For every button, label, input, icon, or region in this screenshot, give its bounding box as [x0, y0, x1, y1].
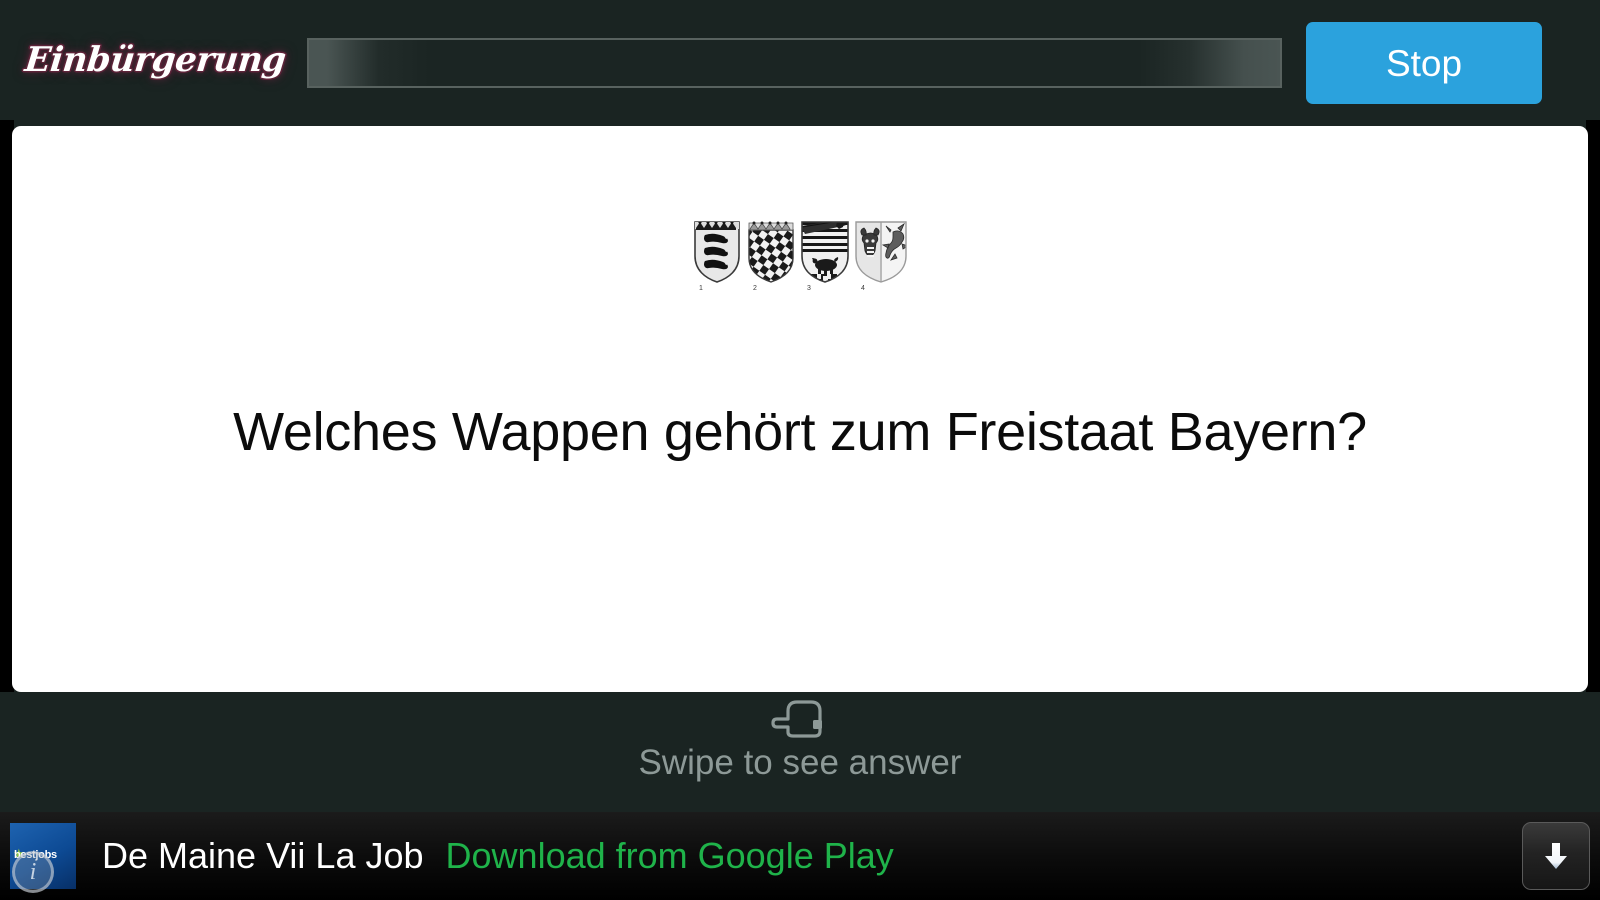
- coat-of-arms-1: 1: [691, 218, 743, 292]
- coat-of-arms-3-number: 3: [807, 285, 811, 292]
- sachsen-anhalt-coat-of-arms: [801, 221, 849, 283]
- pointing-hand-left-icon: [771, 700, 822, 738]
- question-card: 1 2 3 4 Welches Wappen gehört zum Freist…: [12, 126, 1588, 692]
- brand-logo-text: Einbürgerung: [22, 40, 288, 80]
- ad-info-icon[interactable]: i: [12, 851, 54, 893]
- ad-download-button[interactable]: [1522, 822, 1590, 890]
- coat-of-arms-2: 2: [745, 218, 797, 292]
- coat-of-arms-4-number: 4: [861, 285, 865, 292]
- bayern-coat-of-arms: [748, 221, 794, 283]
- coat-of-arms-1-number: 1: [699, 285, 703, 292]
- coat-of-arms-row: 1 2 3 4: [12, 218, 1588, 292]
- app-header: Einbürgerung Stop: [0, 0, 1600, 120]
- coat-of-arms-4: 4: [853, 218, 909, 292]
- baden-wuerttemberg-coat-of-arms: [694, 221, 740, 283]
- search-input[interactable]: [307, 38, 1282, 88]
- coat-of-arms-3: 3: [799, 218, 851, 292]
- ad-cta-link[interactable]: Download from Google Play: [446, 835, 894, 877]
- ad-banner[interactable]: ★ bestjobs i De Maine Vii La Job Downloa…: [0, 812, 1600, 900]
- swipe-label: Swipe to see answer: [638, 743, 962, 782]
- quiz-app-screen: Einbürgerung Stop 1 2 3 4 Welches Wappen…: [0, 0, 1600, 900]
- mecklenburg-vorpommern-coat-of-arms: [855, 221, 907, 283]
- download-arrow-icon: [1545, 843, 1567, 869]
- stop-button-label: Stop: [1385, 42, 1463, 84]
- stop-button[interactable]: Stop: [1306, 22, 1542, 104]
- card-edge-shadow-right: [1586, 120, 1600, 692]
- question-text: Welches Wappen gehört zum Freistaat Baye…: [233, 402, 1367, 462]
- brand-logo: Einbürgerung: [23, 32, 288, 88]
- swipe-to-see-answer-area[interactable]: Swipe to see answer: [0, 692, 1600, 810]
- ad-app-icon: ★ bestjobs i: [10, 823, 76, 893]
- coat-of-arms-2-number: 2: [753, 285, 757, 292]
- ad-title: De Maine Vii La Job: [102, 835, 424, 876]
- ad-info-glyph: i: [29, 858, 37, 885]
